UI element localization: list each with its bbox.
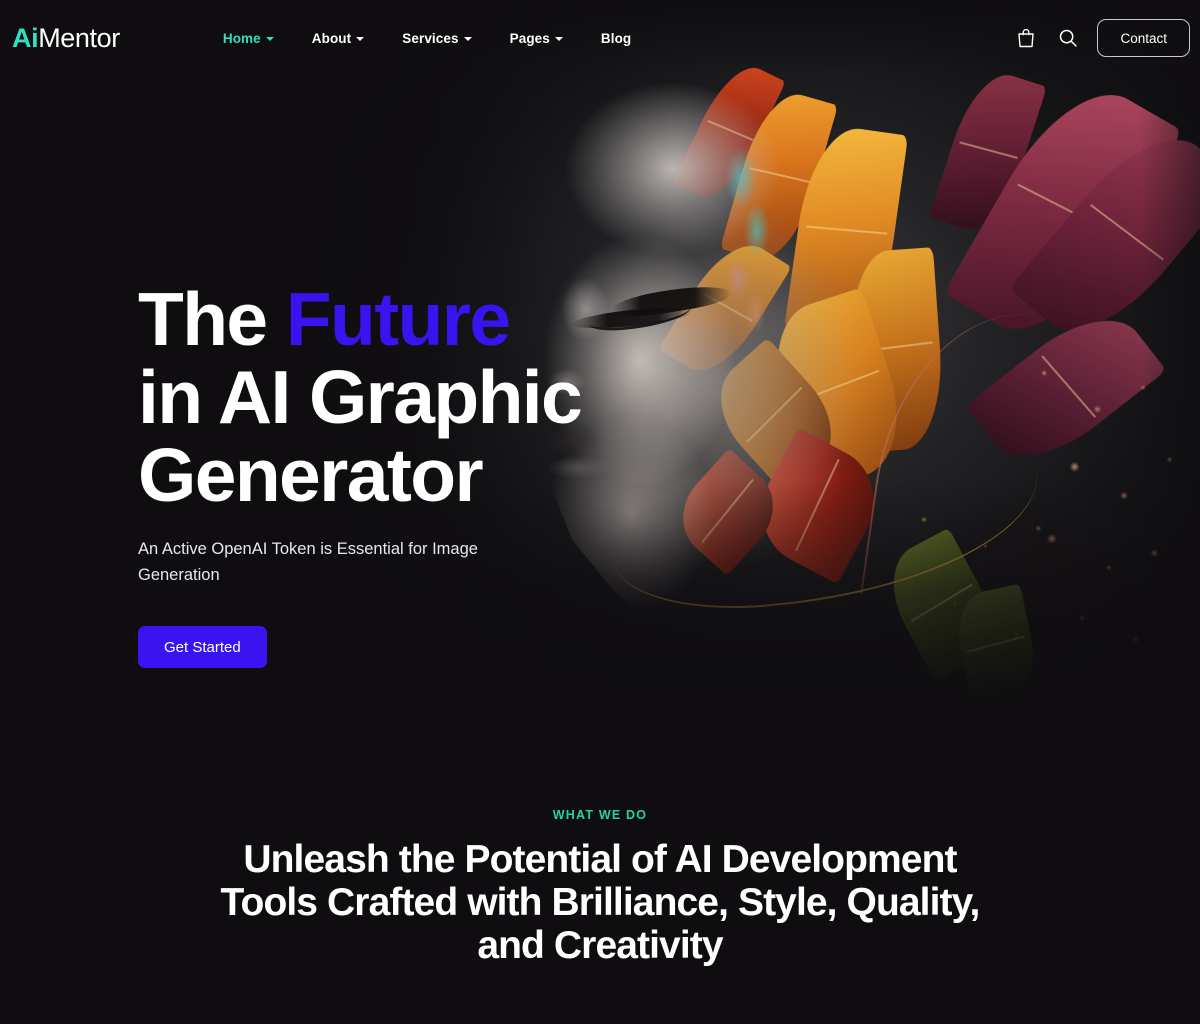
brand-logo-suffix: Mentor [38, 22, 120, 53]
nav-label: Home [222, 30, 261, 46]
brand-logo-prefix: Ai [12, 22, 39, 53]
search-icon[interactable] [1055, 25, 1081, 51]
chevron-down-icon [554, 37, 563, 41]
hero-subtitle: An Active OpenAI Token is Essential for … [138, 540, 478, 584]
chevron-down-icon [265, 37, 274, 41]
brand-logo[interactable]: AiMentor [12, 22, 120, 53]
what-we-do-section: WHAT WE DO Unleash the Potential of AI D… [0, 808, 1200, 967]
nav-label: Blog [600, 30, 632, 46]
get-started-button[interactable]: Get Started [138, 626, 267, 668]
chevron-down-icon [463, 37, 472, 41]
main-navigation: Home About Services Pages Blog [204, 31, 650, 46]
nav-label: About [311, 30, 352, 46]
nav-label: Pages [509, 30, 550, 46]
nav-label: Services [402, 30, 459, 46]
nav-item-blog[interactable]: Blog [582, 31, 650, 46]
contact-button[interactable]: Contact [1097, 19, 1190, 57]
header-actions: Contact [1013, 19, 1190, 57]
hero-title-pre: The [138, 277, 286, 361]
nav-item-home[interactable]: Home [204, 31, 293, 46]
nav-item-pages[interactable]: Pages [491, 31, 582, 46]
chevron-down-icon [356, 37, 365, 41]
hero-title: The Future in AI Graphic Generator [138, 202, 608, 514]
section-eyebrow: WHAT WE DO [552, 808, 648, 822]
hero-title-rest: in AI Graphic Generator [138, 355, 583, 517]
section-heading: Unleash the Potential of AI Development … [220, 838, 981, 967]
nav-item-services[interactable]: Services [383, 31, 490, 46]
site-header: AiMentor Home About Services Pages Blog [0, 0, 1200, 76]
shopping-bag-icon[interactable] [1013, 25, 1039, 51]
nav-item-about[interactable]: About [293, 31, 383, 46]
page-root: AiMentor Home About Services Pages Blog [0, 0, 1200, 1024]
hero-title-accent: Future [285, 277, 511, 361]
hero-section: The Future in AI Graphic Generator An Ac… [138, 202, 608, 668]
